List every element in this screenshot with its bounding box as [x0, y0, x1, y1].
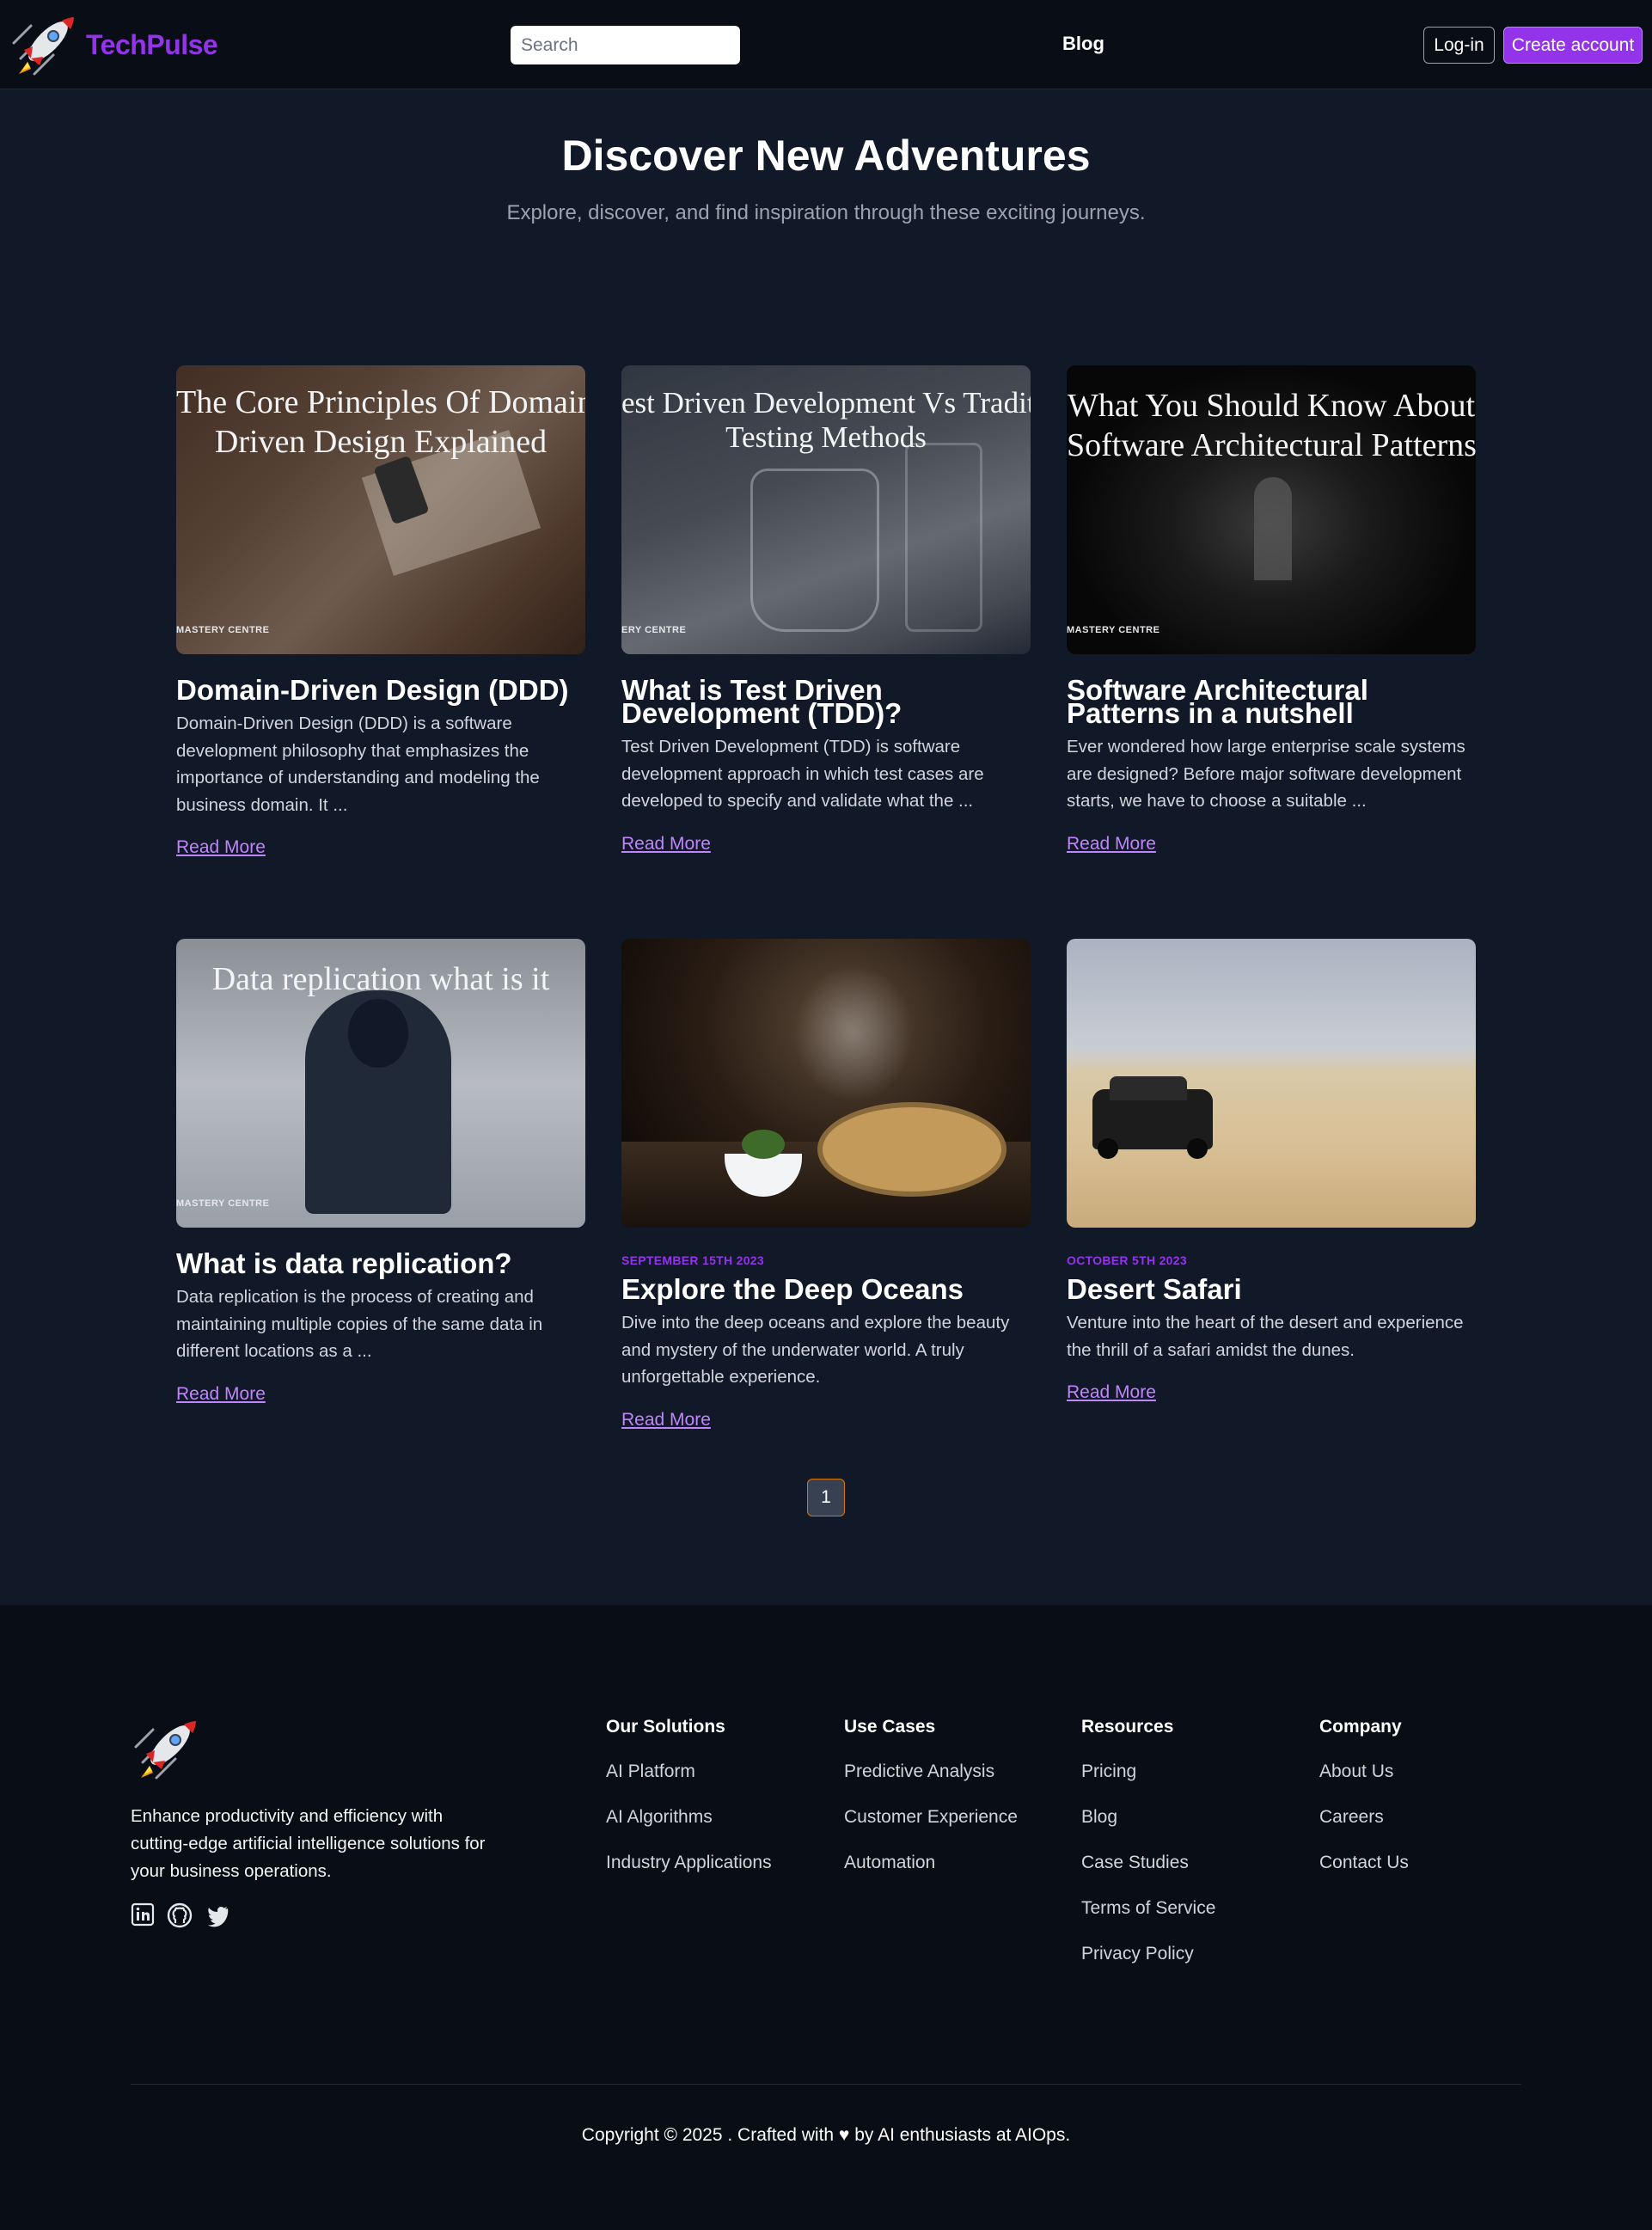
footer-link[interactable]: Automation [844, 1851, 1018, 1874]
social-links [131, 1902, 230, 1928]
pagination-page-1[interactable]: 1 [807, 1479, 845, 1516]
github-icon[interactable] [167, 1902, 193, 1928]
read-more-link[interactable]: Read More [176, 1384, 266, 1405]
rocket-icon [134, 1721, 196, 1780]
post-title[interactable]: What is data replication? [176, 1249, 585, 1277]
read-more-link[interactable]: Read More [621, 834, 711, 855]
post-image-text: Data replication what is it [211, 961, 550, 997]
page-subtitle: Explore, discover, and find inspiration … [506, 201, 1146, 224]
post-card-safari: OCTOBER 5TH 2023 Desert Safari Venture i… [1067, 939, 1476, 1403]
footer-column-company: Company About Us Careers Contact Us [1319, 1717, 1409, 1896]
read-more-link[interactable]: Read More [176, 837, 266, 858]
footer-link[interactable]: Pricing [1081, 1760, 1215, 1783]
post-image[interactable]: Data replication what is it MASTERY CENT… [176, 939, 585, 1228]
post-image[interactable]: The Core Principles Of Domain Driven Des… [176, 365, 585, 654]
post-title[interactable]: What is Test Driven Development (TDD)? [621, 676, 1031, 727]
post-image-badge: MASTERY CENTRE [176, 1198, 270, 1209]
post-card-replication: Data replication what is it MASTERY CENT… [176, 939, 585, 1405]
linkedin-icon[interactable] [131, 1902, 155, 1927]
footer-link[interactable]: Predictive Analysis [844, 1760, 1018, 1783]
nav-link-blog[interactable]: Blog [1062, 33, 1104, 55]
footer-link[interactable]: Industry Applications [606, 1851, 772, 1874]
footer-link[interactable]: Terms of Service [1081, 1896, 1215, 1920]
post-excerpt: Ever wondered how large enterprise scale… [1067, 737, 1465, 811]
footer-link[interactable]: Blog [1081, 1805, 1215, 1829]
footer-column-resources: Resources Pricing Blog Case Studies Term… [1081, 1717, 1215, 1988]
twitter-icon[interactable] [205, 1902, 230, 1928]
post-image-badge: MASTERY CENTRE [176, 625, 270, 635]
read-more-link[interactable]: Read More [621, 1410, 711, 1431]
read-more-link[interactable]: Read More [1067, 834, 1156, 855]
footer-link[interactable]: AI Algorithms [606, 1805, 772, 1829]
post-image[interactable]: est Driven Development Vs Tradition Test… [621, 365, 1031, 654]
post-excerpt: Dive into the deep oceans and explore th… [621, 1313, 1010, 1387]
post-excerpt: Venture into the heart of the desert and… [1067, 1313, 1464, 1360]
brand-name: TechPulse [86, 28, 218, 60]
post-card-architecture: What You Should Know About Software Arch… [1067, 365, 1476, 855]
site-footer: Enhance productivity and efficiency with… [0, 1605, 1652, 2230]
post-excerpt: Data replication is the process of creat… [176, 1287, 543, 1361]
footer-column-solutions: Our Solutions AI Platform AI Algorithms … [606, 1717, 772, 1896]
search-input[interactable] [521, 34, 754, 56]
post-image-text: The Core Principles Of Domain [176, 384, 585, 420]
post-excerpt: Domain-Driven Design (DDD) is a software… [176, 714, 540, 815]
post-image-text: Driven Design Explained [214, 424, 548, 460]
post-image-text: What You Should Know About [1068, 388, 1475, 424]
post-title[interactable]: Explore the Deep Oceans [621, 1275, 1031, 1303]
footer-link[interactable]: Contact Us [1319, 1851, 1409, 1874]
post-card-oceans: SEPTEMBER 15TH 2023 Explore the Deep Oce… [621, 939, 1031, 1431]
post-date: OCTOBER 5TH 2023 [1067, 1253, 1187, 1267]
brand-logo[interactable]: TechPulse [9, 9, 218, 81]
footer-column-title: Company [1319, 1717, 1402, 1737]
footer-link[interactable]: AI Platform [606, 1760, 772, 1783]
site-header: TechPulse Blog Log-in Create account [0, 0, 1652, 89]
footer-link[interactable]: About Us [1319, 1760, 1409, 1783]
post-title[interactable]: Desert Safari [1067, 1275, 1476, 1303]
post-image[interactable] [1067, 939, 1476, 1228]
footer-link[interactable]: Careers [1319, 1805, 1409, 1829]
footer-column-use-cases: Use Cases Predictive Analysis Customer E… [844, 1717, 1018, 1896]
post-card-tdd: est Driven Development Vs Tradition Test… [621, 365, 1031, 855]
footer-column-title: Resources [1081, 1717, 1174, 1737]
login-button[interactable]: Log-in [1423, 27, 1495, 64]
footer-link[interactable]: Privacy Policy [1081, 1942, 1215, 1965]
footer-link[interactable]: Customer Experience [844, 1805, 1018, 1829]
post-image[interactable] [621, 939, 1031, 1228]
post-excerpt: Test Driven Development (TDD) is softwar… [621, 737, 984, 811]
rocket-icon [12, 17, 74, 76]
footer-column-title: Use Cases [844, 1717, 936, 1737]
footer-divider [131, 2084, 1521, 2085]
post-image-badge: ERY CENTRE [621, 625, 687, 635]
create-account-button[interactable]: Create account [1503, 27, 1643, 64]
post-title[interactable]: Domain-Driven Design (DDD) [176, 676, 585, 704]
post-image-text: Software Architectural Patterns [1067, 427, 1476, 463]
post-image-text: est Driven Development Vs Tradition [621, 386, 1031, 420]
post-image[interactable]: What You Should Know About Software Arch… [1067, 365, 1476, 654]
copyright-text: Copyright © 2025 . Crafted with ♥ by AI … [581, 2125, 1071, 2145]
post-card-ddd: The Core Principles Of Domain Driven Des… [176, 365, 585, 858]
search-box [511, 26, 754, 64]
post-title[interactable]: Software Architectural Patterns in a nut… [1067, 676, 1476, 727]
post-date: SEPTEMBER 15TH 2023 [621, 1253, 764, 1267]
page-title: Discover New Adventures [561, 132, 1091, 180]
read-more-link[interactable]: Read More [1067, 1382, 1156, 1403]
footer-column-title: Our Solutions [606, 1717, 725, 1737]
post-image-badge: MASTERY CENTRE [1067, 625, 1160, 635]
footer-description: Enhance productivity and efficiency with… [131, 1806, 486, 1881]
post-image-text: Testing Methods [725, 420, 927, 454]
footer-link[interactable]: Case Studies [1081, 1851, 1215, 1874]
